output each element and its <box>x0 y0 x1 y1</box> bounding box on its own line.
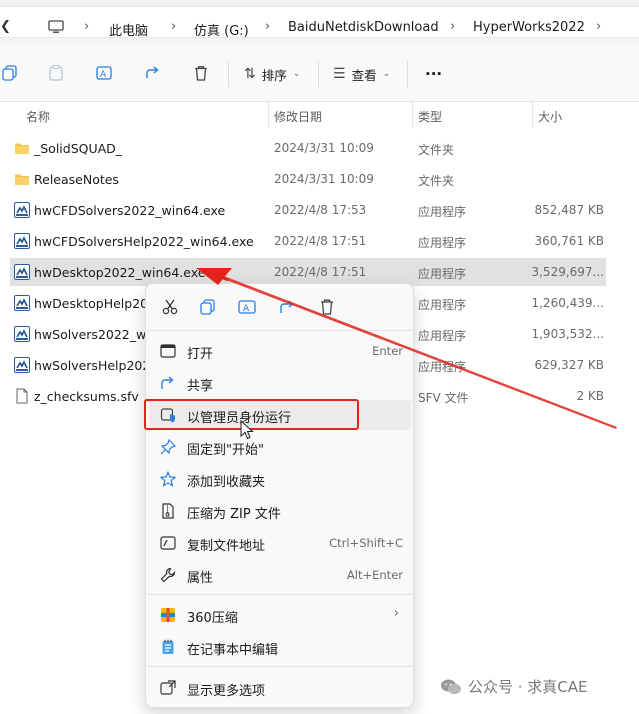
watermark: 公众号 · 求真CAE <box>440 676 588 697</box>
watermark-text: 公众号 · 求真CAE <box>468 678 588 696</box>
mouse-cursor-icon <box>240 420 254 440</box>
wechat-icon <box>441 679 461 694</box>
annotation-arrow <box>196 268 617 429</box>
